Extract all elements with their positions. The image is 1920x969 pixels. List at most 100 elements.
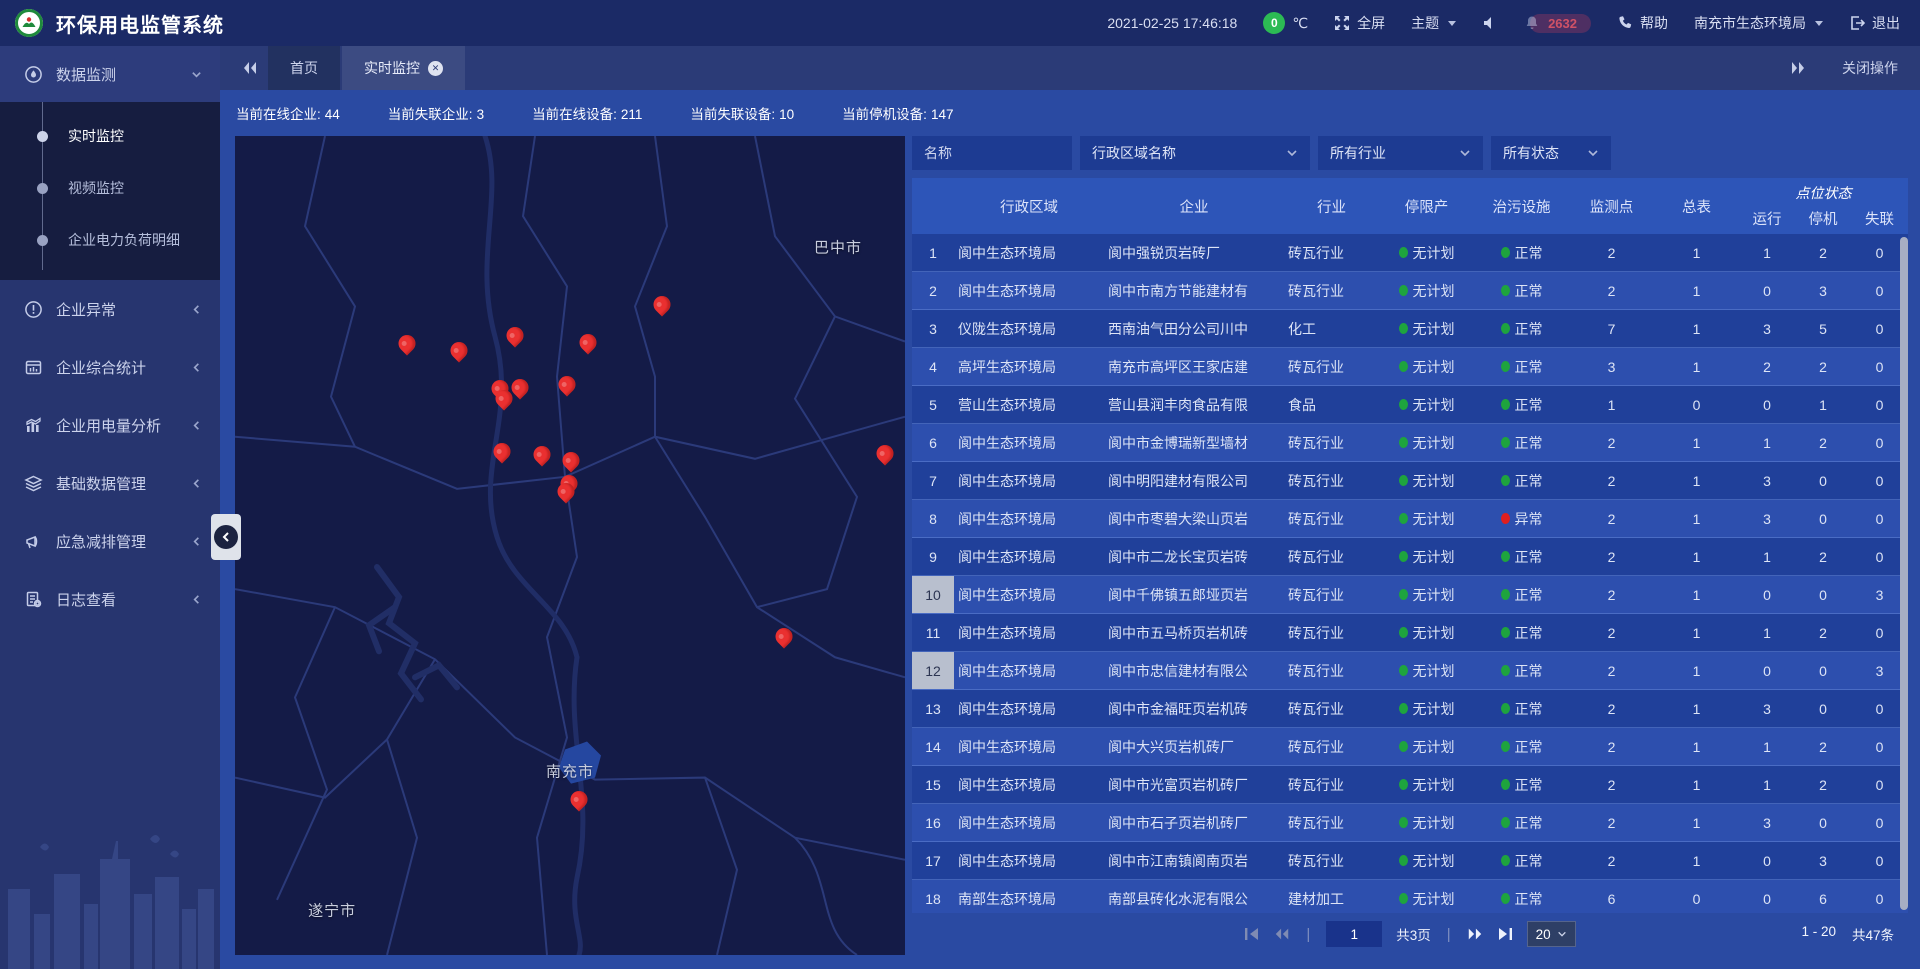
table-row[interactable]: 15阆中生态环境局阆中市光富页岩机砖厂砖瓦行业无计划正常21120 (912, 766, 1908, 804)
table-row[interactable]: 14阆中生态环境局阆中大兴页岩机砖厂砖瓦行业无计划正常21120 (912, 728, 1908, 766)
company-cell: 阆中千佛镇五郎垭页岩 (1104, 585, 1284, 605)
table-row[interactable]: 12阆中生态环境局阆中市忠信建材有限公砖瓦行业无计划正常21003 (912, 652, 1908, 690)
stopped-cell: 0 (1795, 587, 1851, 603)
chevron-left-icon (214, 525, 238, 549)
table-row[interactable]: 11阆中生态环境局阆中市五马桥页岩机砖砖瓦行业无计划正常21120 (912, 614, 1908, 652)
running-cell: 2 (1739, 359, 1795, 375)
stopped-cell: 2 (1795, 625, 1851, 641)
sidebar-item-label: 基础数据管理 (56, 473, 178, 494)
logout-label: 退出 (1872, 13, 1900, 33)
table-row[interactable]: 2阆中生态环境局阆中市南方节能建材有砖瓦行业无计划正常21030 (912, 272, 1908, 310)
prev-page-button[interactable] (1274, 927, 1290, 941)
limit-status-cell: 无计划 (1379, 281, 1474, 301)
help-button[interactable]: 帮助 (1617, 13, 1668, 33)
tabs-scroll-left-button[interactable] (232, 46, 268, 90)
industry-select[interactable]: 所有行业 (1318, 136, 1483, 170)
facility-status-cell: 正常 (1474, 281, 1569, 301)
chevron-left-icon (191, 362, 202, 373)
table-row[interactable]: 16阆中生态环境局阆中市石子页岩机砖厂砖瓦行业无计划正常21300 (912, 804, 1908, 842)
table-row[interactable]: 7阆中生态环境局阆中明阳建材有限公司砖瓦行业无计划正常21300 (912, 462, 1908, 500)
status-text: 无计划 (1413, 813, 1455, 833)
map-collapse-handle[interactable] (211, 514, 241, 560)
table-row[interactable]: 5营山生态环境局营山县润丰肉食品有限食品无计划正常10010 (912, 386, 1908, 424)
status-dot-icon (1501, 361, 1510, 372)
sidebar-subitem-1[interactable]: 视频监控 (0, 162, 220, 214)
company-cell: 西南油气田分公司川中 (1104, 319, 1284, 339)
stat-value: 3 (477, 107, 485, 122)
chevron-down-icon (1587, 147, 1599, 159)
row-index-cell: 13 (912, 690, 954, 727)
sidebar-subitem-2[interactable]: 企业电力负荷明细 (0, 214, 220, 266)
status-dot-icon (1399, 437, 1408, 448)
first-page-button[interactable] (1244, 927, 1260, 941)
org-dropdown[interactable]: 南充市生态环境局 (1694, 13, 1823, 33)
running-cell: 1 (1739, 435, 1795, 451)
region-cell: 阆中生态环境局 (954, 509, 1104, 529)
scrollbar[interactable] (1900, 237, 1908, 910)
sidebar-item-3[interactable]: 企业用电量分析 (0, 396, 220, 454)
meters-cell: 1 (1654, 815, 1739, 831)
sidebar-item-2[interactable]: 企业综合统计 (0, 338, 220, 396)
sidebar-item-1[interactable]: 企业异常 (0, 280, 220, 338)
tabs-scroll-right-button[interactable] (1780, 61, 1816, 75)
table-row[interactable]: 3仪陇生态环境局西南油气田分公司川中化工无计划正常71350 (912, 310, 1908, 348)
table-row[interactable]: 8阆中生态环境局阆中市枣碧大梁山页岩砖瓦行业无计划异常21300 (912, 500, 1908, 538)
sidebar-item-6[interactable]: 日志查看 (0, 570, 220, 628)
facility-status-cell: 正常 (1474, 813, 1569, 833)
column-header-facility: 治污设施 (1474, 178, 1569, 234)
table-row[interactable]: 10阆中生态环境局阆中千佛镇五郎垭页岩砖瓦行业无计划正常21003 (912, 576, 1908, 614)
table-row[interactable]: 4高坪生态环境局南充市高坪区王家店建砖瓦行业无计划正常31220 (912, 348, 1908, 386)
page-size-select[interactable]: 20 (1527, 921, 1576, 947)
region-select[interactable]: 行政区域名称 (1080, 136, 1310, 170)
status-dot-icon (1501, 323, 1510, 334)
table-row[interactable]: 9阆中生态环境局阆中市二龙长宝页岩砖砖瓦行业无计划正常21120 (912, 538, 1908, 576)
page-number-input[interactable] (1326, 921, 1382, 947)
pagination-bar: | 共3页 | 20 (912, 913, 1908, 955)
logout-button[interactable]: 退出 (1849, 13, 1900, 33)
stats-bar: 当前在线企业:44当前失联企业:3当前在线设备:211当前失联设备:10当前停机… (220, 90, 1920, 136)
row-index-cell: 1 (912, 234, 954, 271)
name-search-input[interactable] (912, 136, 1072, 170)
industry-cell: 砖瓦行业 (1284, 775, 1379, 795)
tab-realtime-monitor[interactable]: 实时监控 ✕ (342, 46, 465, 90)
theme-dropdown[interactable]: 主题 (1411, 13, 1456, 33)
meters-cell: 0 (1654, 397, 1739, 413)
next-page-button[interactable] (1467, 927, 1483, 941)
running-cell: 0 (1739, 663, 1795, 679)
table-row[interactable]: 13阆中生态环境局阆中市金福旺页岩机砖砖瓦行业无计划正常21300 (912, 690, 1908, 728)
map-panel[interactable]: 巴中市南充市遂宁市 (235, 136, 905, 955)
limit-status-cell: 无计划 (1379, 775, 1474, 795)
limit-status-cell: 无计划 (1379, 433, 1474, 453)
chevron-left-icon (191, 594, 202, 605)
table-row[interactable]: 6阆中生态环境局阆中市金博瑞新型墙材砖瓦行业无计划正常21120 (912, 424, 1908, 462)
close-operations-button[interactable]: 关闭操作 (1842, 58, 1898, 78)
meters-cell: 1 (1654, 701, 1739, 717)
first-page-icon (1244, 927, 1260, 941)
sidebar-item-4[interactable]: 基础数据管理 (0, 454, 220, 512)
table-row[interactable]: 17阆中生态环境局阆中市江南镇阆南页岩砖瓦行业无计划正常21030 (912, 842, 1908, 880)
last-page-button[interactable] (1497, 927, 1513, 941)
map-roads-layer (235, 136, 905, 955)
status-dot-icon (1501, 475, 1510, 486)
close-icon[interactable]: ✕ (428, 61, 443, 76)
stopped-cell: 2 (1795, 359, 1851, 375)
pagination-summary: 1 - 20 共47条 (1801, 924, 1894, 944)
region-cell: 阆中生态环境局 (954, 243, 1104, 263)
content-area: 当前在线企业:44当前失联企业:3当前在线设备:211当前失联设备:10当前停机… (220, 90, 1920, 969)
sidebar-item-0[interactable]: 数据监测 (0, 46, 220, 102)
table-row[interactable]: 1阆中生态环境局阆中强锐页岩砖厂砖瓦行业无计划正常21120 (912, 234, 1908, 272)
stopped-cell: 3 (1795, 853, 1851, 869)
sidebar-subitem-0[interactable]: 实时监控 (0, 110, 220, 162)
sidebar-item-5[interactable]: 应急减排管理 (0, 512, 220, 570)
status-select[interactable]: 所有状态 (1491, 136, 1611, 170)
status-text: 无计划 (1413, 243, 1455, 263)
notification-button[interactable]: 2632 (1524, 14, 1591, 33)
running-cell: 0 (1739, 853, 1795, 869)
mute-button[interactable] (1482, 15, 1498, 31)
row-index-cell: 16 (912, 804, 954, 841)
fullscreen-label: 全屏 (1357, 13, 1385, 33)
meters-cell: 1 (1654, 473, 1739, 489)
tab-home[interactable]: 首页 (268, 46, 340, 90)
fullscreen-button[interactable]: 全屏 (1334, 13, 1385, 33)
table-row[interactable]: 18南部生态环境局南部县砖化水泥有限公建材加工无计划正常60060 (912, 880, 1908, 913)
